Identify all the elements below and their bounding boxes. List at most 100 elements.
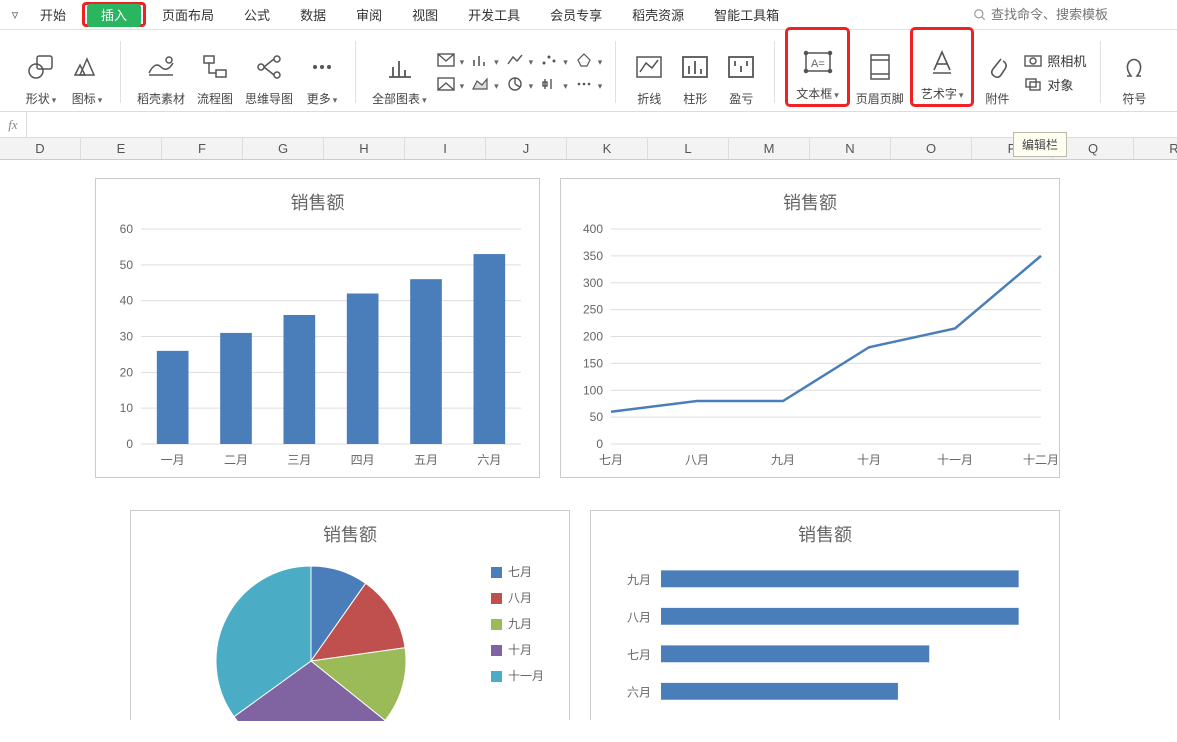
col-header[interactable]: H bbox=[324, 138, 405, 159]
chart-stock-btn[interactable] bbox=[536, 74, 571, 94]
sparkline-winloss-button[interactable]: 盈亏 bbox=[718, 37, 764, 107]
svg-text:二月: 二月 bbox=[224, 453, 248, 467]
svg-text:十月: 十月 bbox=[508, 643, 532, 657]
fx-label[interactable]: fx bbox=[0, 117, 26, 133]
col-header[interactable]: M bbox=[729, 138, 810, 159]
chart-scatter-btn[interactable] bbox=[536, 50, 571, 70]
symbol-icon bbox=[1117, 50, 1151, 84]
svg-text:九月: 九月 bbox=[508, 617, 532, 631]
shapes-button[interactable]: 形状 bbox=[18, 37, 64, 107]
search-box[interactable] bbox=[973, 7, 1171, 22]
textbox-button[interactable]: A= 文本框 bbox=[790, 32, 845, 102]
object-button[interactable]: 对象 bbox=[1020, 74, 1090, 94]
tab-docer[interactable]: 稻壳资源 bbox=[618, 1, 698, 28]
svg-text:200: 200 bbox=[583, 330, 603, 344]
shapes-icon bbox=[24, 50, 58, 84]
chart-bar-btn[interactable] bbox=[467, 50, 502, 70]
allchart-button[interactable]: 全部图表 bbox=[366, 37, 433, 107]
col-header[interactable]: G bbox=[243, 138, 324, 159]
chart-type-stack4 bbox=[536, 37, 571, 107]
col-header[interactable]: D bbox=[0, 138, 81, 159]
col-header[interactable]: J bbox=[486, 138, 567, 159]
col-header[interactable]: E bbox=[81, 138, 162, 159]
chart-type-stack bbox=[433, 37, 468, 107]
svg-text:八月: 八月 bbox=[627, 610, 651, 624]
svg-text:十一月: 十一月 bbox=[937, 453, 973, 467]
svg-text:十二月: 十二月 bbox=[1023, 453, 1059, 467]
svg-text:0: 0 bbox=[596, 437, 603, 451]
col-header[interactable]: O bbox=[891, 138, 972, 159]
chart-pie[interactable]: 销售额 七月八月九月十月十一月 bbox=[130, 510, 570, 720]
camera-object-stack: 照相机 对象 bbox=[1020, 37, 1090, 107]
chart-pie-btn[interactable] bbox=[502, 74, 537, 94]
svg-text:五月: 五月 bbox=[414, 453, 438, 467]
chart-title: 销售额 bbox=[96, 179, 539, 219]
header-footer-button[interactable]: 页眉页脚 bbox=[850, 37, 910, 107]
ribbon: 形状 图标 稻壳素材 流程图 思维导图 bbox=[0, 30, 1177, 112]
formula-input[interactable] bbox=[26, 112, 1177, 137]
chart-hbar[interactable]: 销售额 九月八月七月六月 bbox=[590, 510, 1060, 720]
more-button[interactable]: 更多 bbox=[299, 37, 345, 107]
tab-view[interactable]: 视图 bbox=[398, 1, 452, 28]
chart-radar-btn[interactable] bbox=[571, 50, 606, 70]
svg-text:十月: 十月 bbox=[857, 453, 881, 467]
chart-bar[interactable]: 销售额 0102030405060一月二月三月四月五月六月 bbox=[95, 178, 540, 478]
header-footer-icon bbox=[863, 50, 897, 84]
camera-button[interactable]: 照相机 bbox=[1020, 50, 1090, 70]
tab-start[interactable]: 开始 bbox=[26, 1, 80, 28]
tab-insert[interactable]: 插入 bbox=[87, 4, 141, 27]
chart-line[interactable]: 销售额 050100150200250300350400七月八月九月十月十一月十… bbox=[560, 178, 1060, 478]
tab-devtools[interactable]: 开发工具 bbox=[454, 1, 534, 28]
svg-text:六月: 六月 bbox=[627, 685, 651, 699]
tab-review[interactable]: 审阅 bbox=[342, 1, 396, 28]
column-headers: D E F G H I J K L M N O P Q R bbox=[0, 138, 1177, 160]
attach-button[interactable]: 附件 bbox=[974, 37, 1020, 107]
svg-text:300: 300 bbox=[583, 276, 603, 290]
col-header[interactable]: L bbox=[648, 138, 729, 159]
svg-text:150: 150 bbox=[583, 356, 603, 370]
svg-text:七月: 七月 bbox=[599, 453, 623, 467]
svg-text:40: 40 bbox=[120, 294, 134, 308]
svg-text:三月: 三月 bbox=[287, 453, 311, 467]
docer-icon bbox=[144, 50, 178, 84]
flowchart-icon bbox=[198, 50, 232, 84]
chart-pie-svg: 七月八月九月十月十一月 bbox=[131, 551, 571, 721]
sparkline-bar-button[interactable]: 柱形 bbox=[672, 37, 718, 107]
tab-formula[interactable]: 公式 bbox=[230, 1, 284, 28]
chart-line-btn[interactable] bbox=[502, 50, 537, 70]
wordart-button[interactable]: 艺术字 bbox=[915, 32, 970, 102]
col-header[interactable]: N bbox=[810, 138, 891, 159]
chart-area-btn[interactable] bbox=[467, 74, 502, 94]
col-header[interactable]: R bbox=[1134, 138, 1177, 159]
col-header[interactable]: F bbox=[162, 138, 243, 159]
col-header[interactable]: K bbox=[567, 138, 648, 159]
svg-text:一月: 一月 bbox=[161, 453, 185, 467]
chart-envelope2-btn[interactable] bbox=[433, 74, 468, 94]
tab-data[interactable]: 数据 bbox=[286, 1, 340, 28]
chart-type-stack5 bbox=[571, 37, 606, 107]
svg-text:九月: 九月 bbox=[627, 573, 651, 587]
col-header[interactable]: I bbox=[405, 138, 486, 159]
svg-text:30: 30 bbox=[120, 330, 134, 344]
tab-smarttools[interactable]: 智能工具箱 bbox=[700, 1, 793, 28]
chart-more-btn[interactable] bbox=[571, 74, 606, 94]
svg-text:20: 20 bbox=[120, 365, 134, 379]
flowchart-button[interactable]: 流程图 bbox=[191, 37, 239, 107]
icons-button[interactable]: 图标 bbox=[64, 37, 110, 107]
chart-type-stack2 bbox=[467, 37, 502, 107]
svg-text:50: 50 bbox=[590, 410, 604, 424]
app-menu-dropdown[interactable]: ▿ bbox=[6, 6, 24, 24]
symbol-button[interactable]: 符号 bbox=[1111, 37, 1157, 107]
svg-text:100: 100 bbox=[583, 383, 603, 397]
chart-envelope-btn[interactable] bbox=[433, 50, 468, 70]
search-input[interactable] bbox=[991, 7, 1151, 22]
mindmap-button[interactable]: 思维导图 bbox=[239, 37, 299, 107]
tab-member[interactable]: 会员专享 bbox=[536, 1, 616, 28]
svg-text:十一月: 十一月 bbox=[508, 669, 544, 683]
highlight-insert-tab: 插入 bbox=[82, 2, 146, 27]
sparkline-line-button[interactable]: 折线 bbox=[626, 37, 672, 107]
docer-button[interactable]: 稻壳素材 bbox=[131, 37, 191, 107]
tab-page-layout[interactable]: 页面布局 bbox=[148, 1, 228, 28]
svg-text:10: 10 bbox=[120, 401, 134, 415]
sheet-area[interactable]: 销售额 0102030405060一月二月三月四月五月六月 销售额 050100… bbox=[0, 160, 1177, 720]
